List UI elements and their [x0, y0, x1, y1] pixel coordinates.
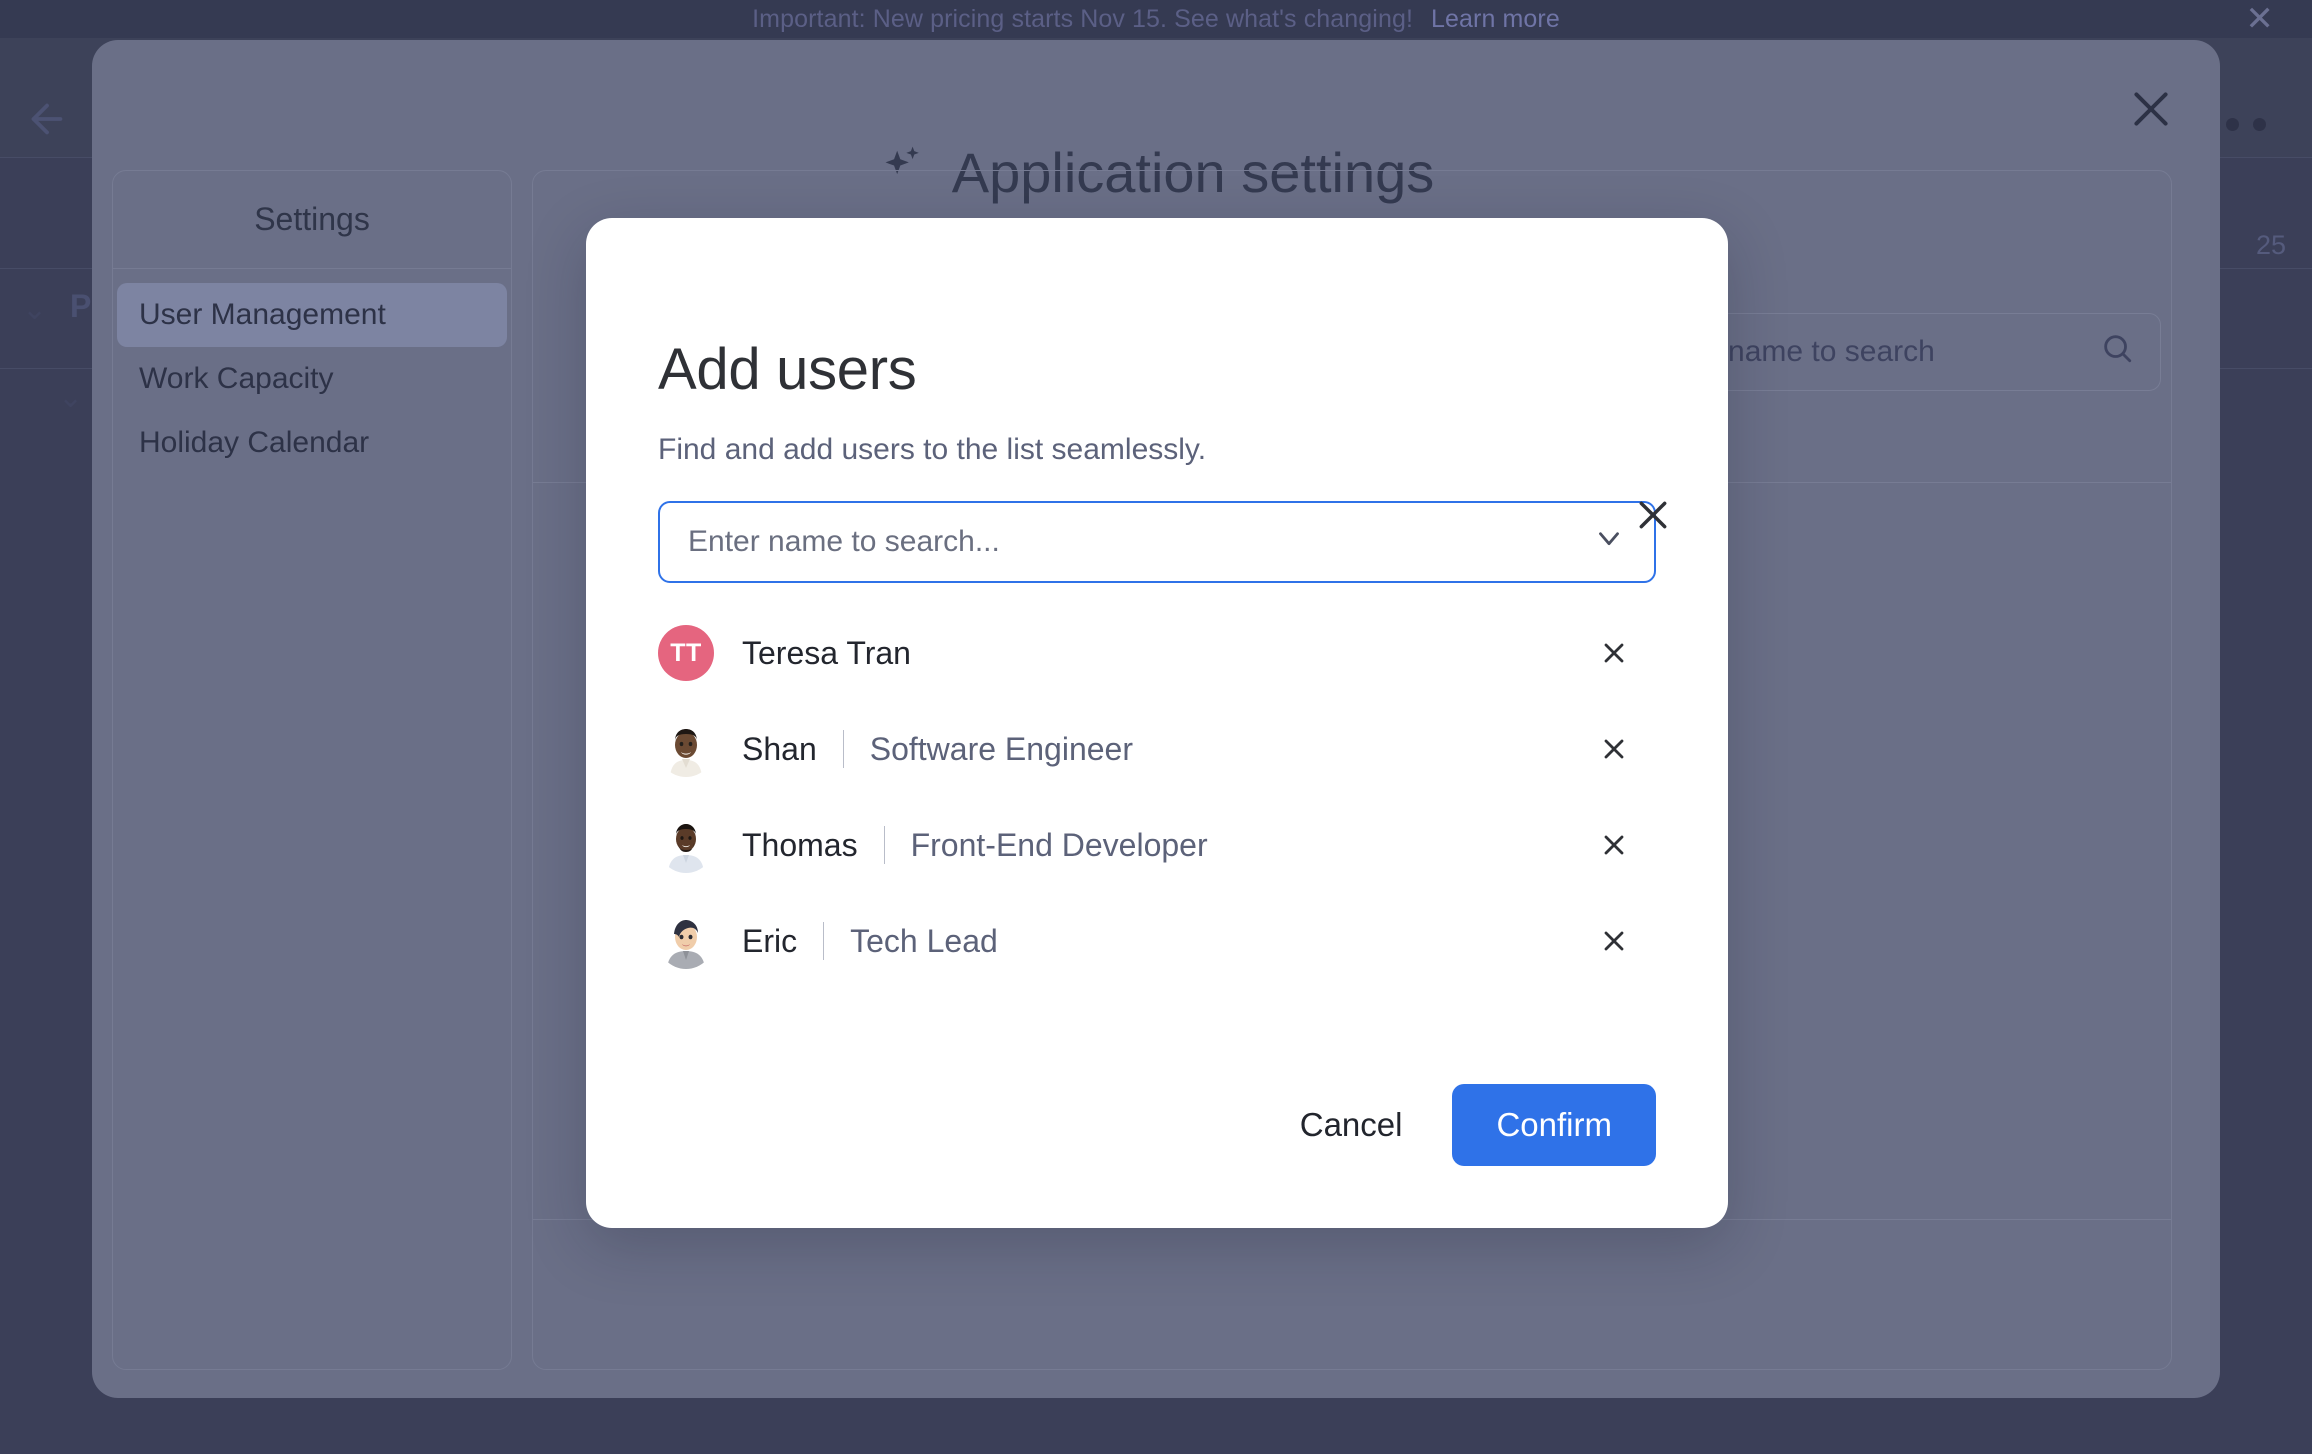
- avatar: TT: [658, 625, 714, 681]
- remove-user-button[interactable]: [1594, 825, 1634, 865]
- avatar: [658, 817, 714, 873]
- list-item-name: Teresa Tran: [742, 634, 911, 671]
- sidebar-item-label: User Management: [139, 298, 386, 331]
- remove-user-button[interactable]: [1594, 633, 1634, 673]
- app-row-count: 25: [2255, 230, 2286, 260]
- list-item-role: Tech Lead: [850, 922, 998, 959]
- avatar-initials: TT: [670, 638, 702, 667]
- user-search-placeholder: Enter name to search...: [688, 525, 1000, 558]
- list-item[interactable]: Eric Tech Lead: [658, 893, 1656, 989]
- promo-banner-learn-more-link[interactable]: Learn more: [1431, 5, 1560, 34]
- cancel-button[interactable]: Cancel: [1288, 1090, 1415, 1160]
- avatar: [658, 913, 714, 969]
- promo-banner-message: Important: New pricing starts Nov 15. Se…: [752, 4, 1414, 33]
- chevron-down-icon[interactable]: [1592, 521, 1626, 563]
- selected-users-list: TT Teresa Tran Shan Software Engineer Th…: [658, 605, 1656, 989]
- list-item-name: Eric: [742, 922, 798, 959]
- sidebar-item-holiday-calendar[interactable]: Holiday Calendar: [117, 411, 507, 475]
- user-search-combobox[interactable]: Enter name to search...: [658, 501, 1656, 583]
- promo-banner-close-icon[interactable]: ✕: [2245, 2, 2274, 36]
- settings-nav-list: User Management Work Capacity Holiday Ca…: [113, 269, 511, 475]
- sidebar-item-label: Work Capacity: [139, 362, 334, 395]
- app-backdrop: Important: New pricing starts Nov 15. Se…: [0, 0, 2312, 1454]
- back-arrow-icon[interactable]: [24, 96, 70, 142]
- settings-sidebar: Settings User Management Work Capacity H…: [112, 170, 512, 1370]
- chevron-down-icon[interactable]: ⌄: [22, 292, 47, 327]
- add-users-modal-subtitle: Find and add users to the list seamlessl…: [658, 433, 1207, 466]
- settings-dialog-close-icon[interactable]: [2126, 84, 2176, 134]
- search-icon: [2100, 331, 2134, 373]
- add-users-modal-actions: Cancel Confirm: [1288, 1084, 1656, 1166]
- sidebar-item-label: Holiday Calendar: [139, 426, 370, 459]
- add-users-modal-title: Add users: [658, 337, 917, 402]
- list-item[interactable]: Shan Software Engineer: [658, 701, 1656, 797]
- list-item-separator: [883, 826, 885, 864]
- list-item-separator: [823, 922, 825, 960]
- list-item-separator: [842, 730, 844, 768]
- remove-user-button[interactable]: [1594, 921, 1634, 961]
- list-item-name: Thomas: [742, 826, 858, 863]
- confirm-button[interactable]: Confirm: [1452, 1084, 1656, 1166]
- settings-sidebar-title: Settings: [113, 171, 511, 269]
- sidebar-item-user-management[interactable]: User Management: [117, 283, 507, 347]
- remove-user-button[interactable]: [1594, 729, 1634, 769]
- list-item[interactable]: Thomas Front-End Developer: [658, 797, 1656, 893]
- chevron-down-icon[interactable]: ⌄: [58, 380, 83, 415]
- list-item-name: Shan: [742, 730, 817, 767]
- add-users-modal-close-icon[interactable]: [1630, 492, 1676, 538]
- list-item[interactable]: TT Teresa Tran: [658, 605, 1656, 701]
- avatar: [658, 721, 714, 777]
- promo-banner: Important: New pricing starts Nov 15. Se…: [0, 0, 2312, 38]
- list-item-role: Software Engineer: [869, 730, 1133, 767]
- sidebar-item-work-capacity[interactable]: Work Capacity: [117, 347, 507, 411]
- list-item-role: Front-End Developer: [910, 826, 1208, 863]
- add-users-modal: Add users Find and add users to the list…: [586, 218, 1728, 1228]
